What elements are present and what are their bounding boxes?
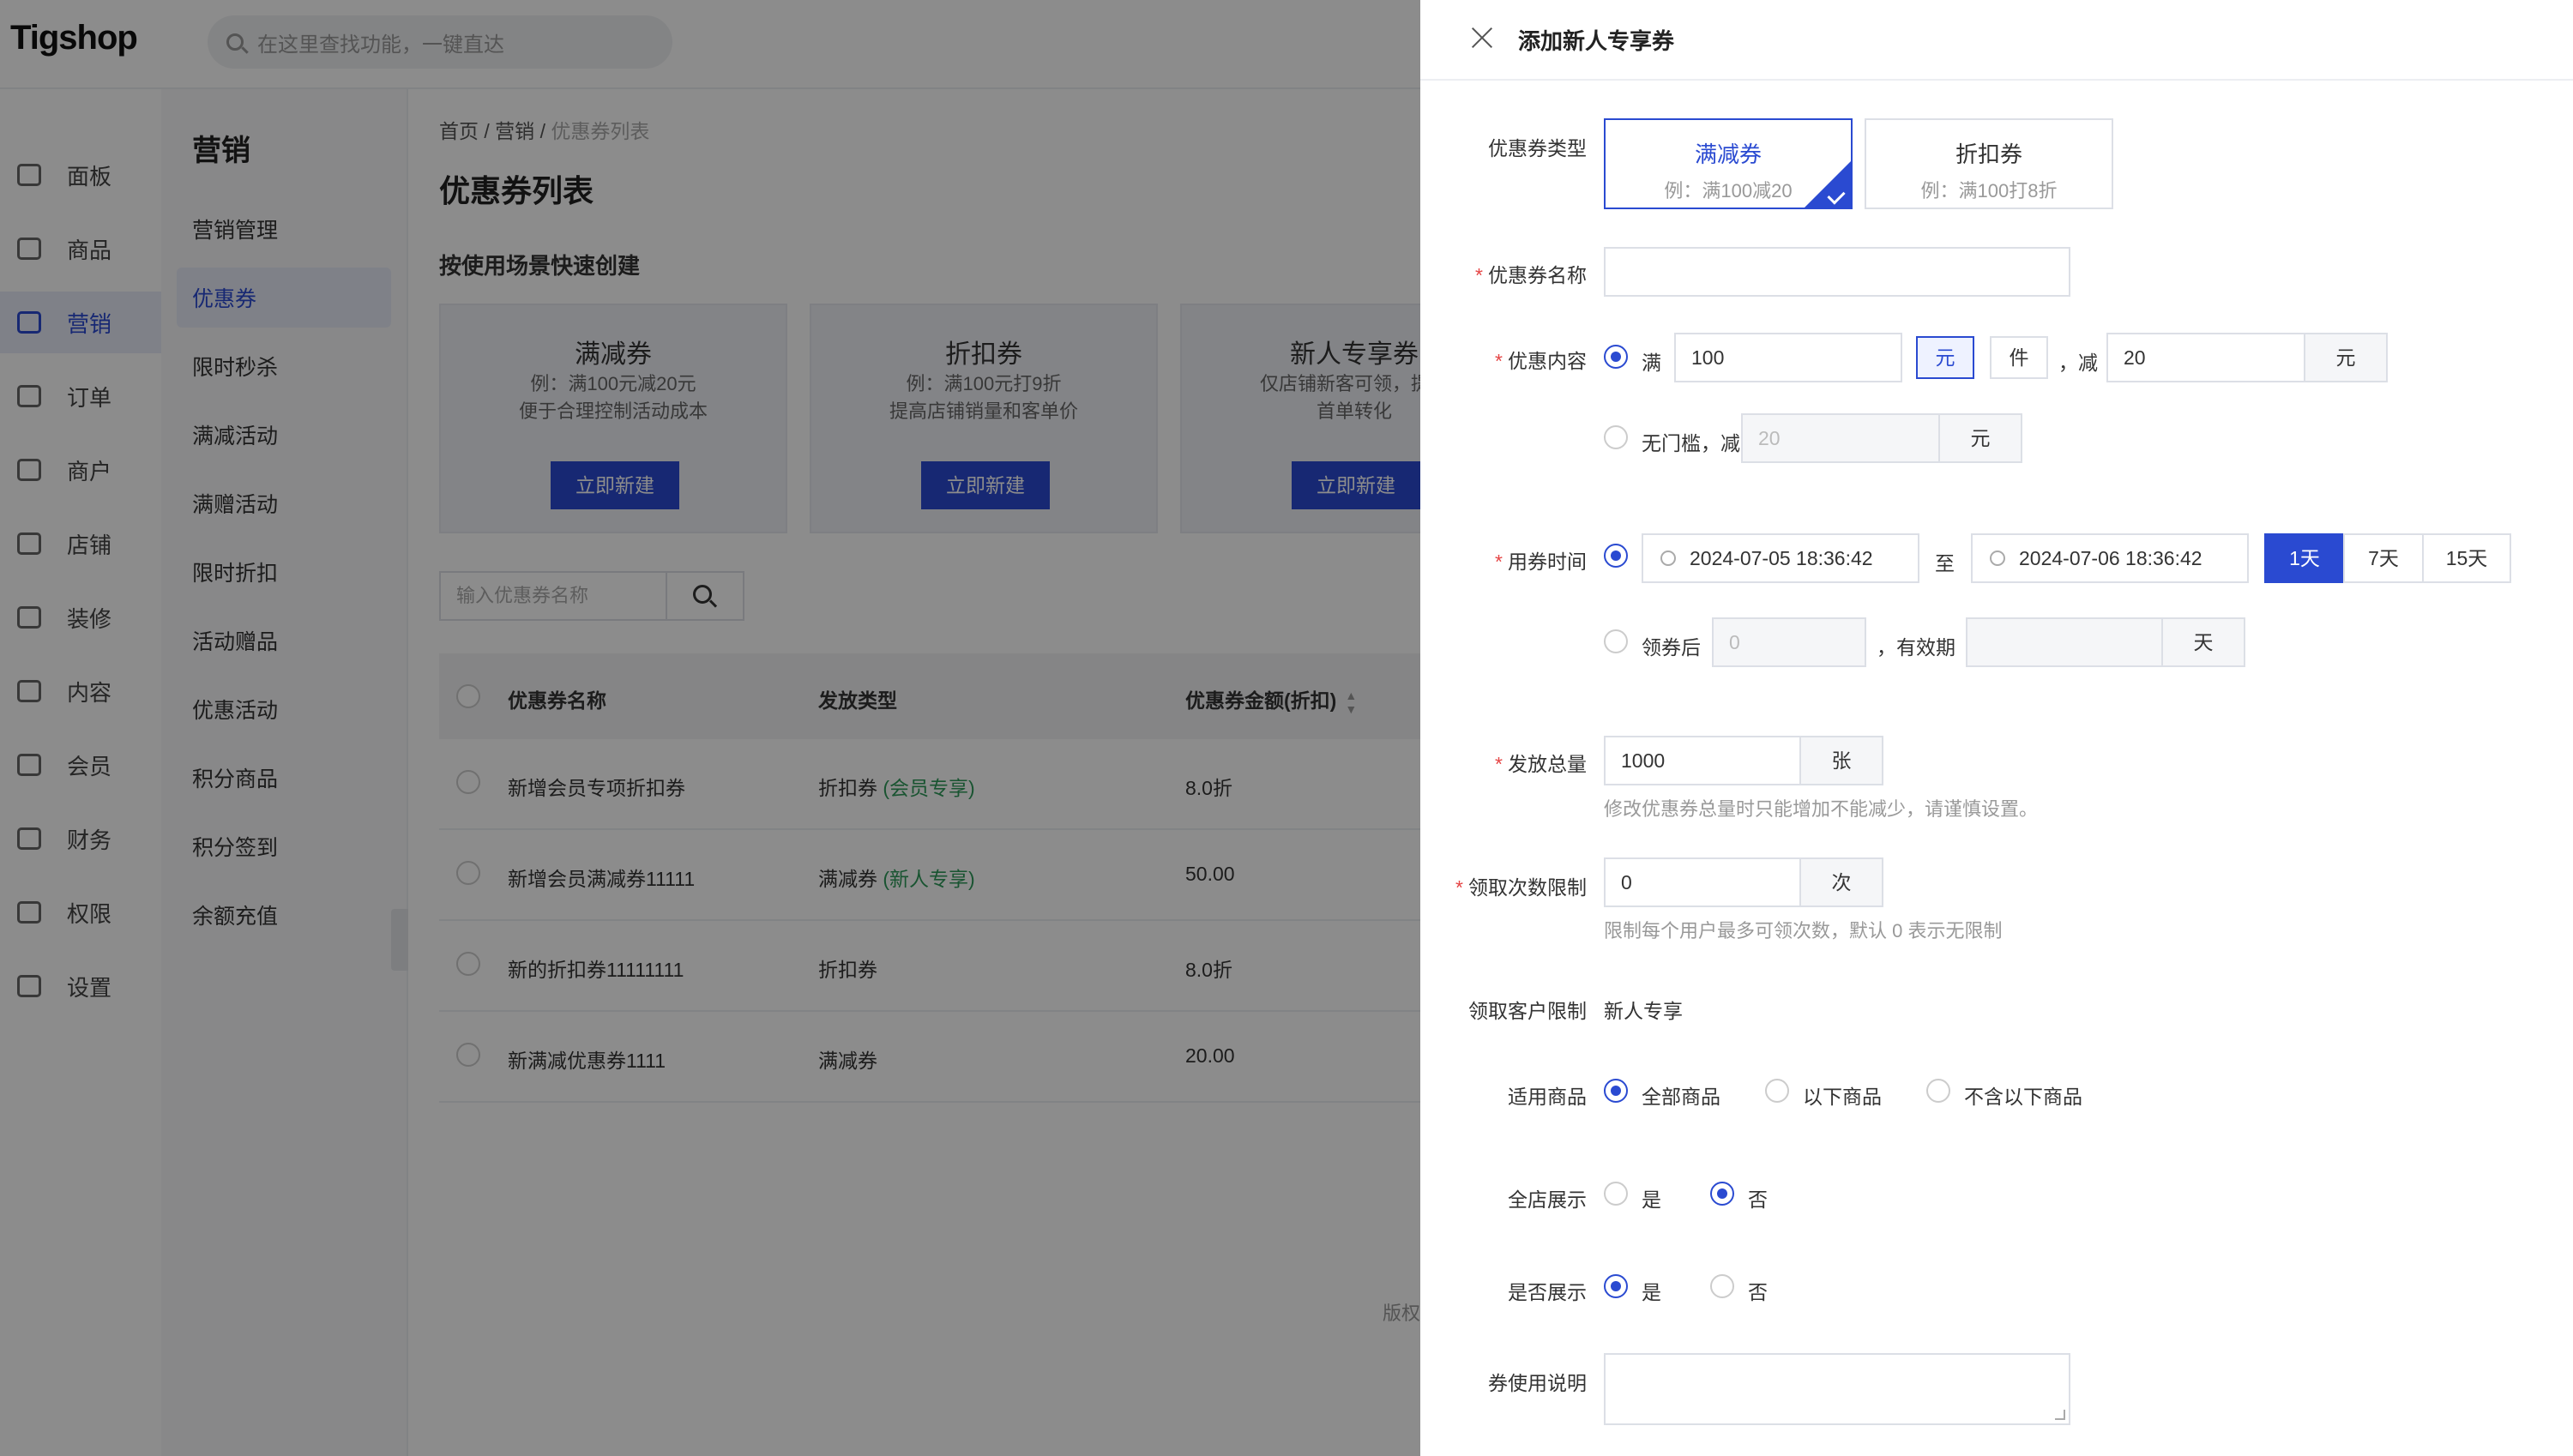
goods-exclude-radio[interactable] bbox=[1926, 1079, 1950, 1103]
drawer-header: 添加新人专享券 bbox=[1420, 0, 2573, 81]
use-time-label-text: 用券时间 bbox=[1508, 551, 1587, 573]
coupon-type-full-reduction[interactable]: 满减券 例：满100减20 bbox=[1604, 118, 1853, 209]
required-mark: * bbox=[1495, 551, 1503, 573]
total-label-text: 发放总量 bbox=[1508, 753, 1587, 775]
end-time-value: 2024-07-06 18:36:42 bbox=[2019, 547, 2202, 569]
coupon-type-example: 例：满100打8折 bbox=[1920, 180, 2058, 202]
coupon-name-input[interactable] bbox=[1604, 247, 2070, 297]
limit-input[interactable]: 0 bbox=[1604, 857, 1801, 907]
start-time-value: 2024-07-05 18:36:42 bbox=[1690, 547, 1873, 569]
shop-display-no-text: 否 bbox=[1748, 1188, 1768, 1211]
after-claim-radio[interactable] bbox=[1604, 629, 1628, 653]
clock-icon bbox=[1990, 551, 2005, 566]
shop-display-yes-text: 是 bbox=[1642, 1188, 1661, 1211]
goods-exclude-text: 不含以下商品 bbox=[1964, 1086, 2082, 1108]
display-yes-text: 是 bbox=[1642, 1281, 1661, 1303]
no-threshold-radio[interactable] bbox=[1604, 425, 1628, 449]
limit-label-text: 领取次数限制 bbox=[1468, 876, 1587, 899]
goods-all-text: 全部商品 bbox=[1642, 1086, 1720, 1108]
quick-range-15day[interactable]: 15天 bbox=[2422, 533, 2511, 583]
threshold-radio[interactable] bbox=[1604, 345, 1628, 369]
total-label: * 发放总量 bbox=[1381, 748, 1587, 777]
resize-handle[interactable] bbox=[2055, 1410, 2065, 1420]
end-time-input[interactable]: 2024-07-06 18:36:42 bbox=[1971, 533, 2249, 583]
required-mark: * bbox=[1455, 876, 1463, 899]
display-no-radio[interactable] bbox=[1710, 1274, 1734, 1298]
reduce-amount-input[interactable]: 20 bbox=[2106, 333, 2305, 382]
goods-label: 适用商品 bbox=[1508, 1086, 1587, 1108]
customer-limit-label: 领取客户限制 bbox=[1468, 1000, 1587, 1022]
valid-text: ，有效期 bbox=[1877, 636, 1955, 659]
clock-icon bbox=[1660, 551, 1676, 566]
add-coupon-drawer: 添加新人专享券 bbox=[1420, 0, 2573, 1456]
goods-include-radio[interactable] bbox=[1765, 1079, 1789, 1103]
content-label-text: 优惠内容 bbox=[1508, 350, 1587, 372]
required-mark: * bbox=[1495, 753, 1503, 775]
modal-overlay[interactable] bbox=[0, 0, 1420, 1456]
total-input[interactable]: 1000 bbox=[1604, 736, 1801, 785]
no-threshold-input[interactable]: 20 bbox=[1741, 413, 1940, 463]
valid-days-input[interactable] bbox=[1966, 617, 2163, 667]
required-mark: * bbox=[1475, 264, 1483, 286]
unit-piece-toggle[interactable]: 件 bbox=[1990, 336, 2048, 379]
reduce-text: ，减 bbox=[2058, 352, 2098, 374]
no-threshold-text: 无门槛，减 bbox=[1642, 432, 1740, 454]
close-icon[interactable] bbox=[1468, 24, 1496, 51]
min-amount-input[interactable]: 100 bbox=[1674, 333, 1902, 382]
coupon-type-discount[interactable]: 折扣券 例：满100打8折 bbox=[1865, 118, 2113, 209]
drawer-title: 添加新人专享券 bbox=[1518, 28, 1675, 54]
valid-days-unit-addon: 天 bbox=[2163, 617, 2245, 667]
unit-yuan-toggle[interactable]: 元 bbox=[1916, 336, 1974, 379]
reduce-unit-addon: 元 bbox=[2305, 333, 2388, 382]
fixed-time-radio[interactable] bbox=[1604, 544, 1628, 568]
shop-display-yes-radio[interactable] bbox=[1604, 1182, 1628, 1206]
start-time-input[interactable]: 2024-07-05 18:36:42 bbox=[1642, 533, 1919, 583]
coupon-name-label: * 优惠券名称 bbox=[1381, 259, 1587, 288]
display-label: 是否展示 bbox=[1508, 1281, 1587, 1303]
goods-include-text: 以下商品 bbox=[1803, 1086, 1882, 1108]
desc-textarea[interactable] bbox=[1604, 1353, 2070, 1425]
no-threshold-unit-addon: 元 bbox=[1940, 413, 2022, 463]
content-label: * 优惠内容 bbox=[1381, 345, 1587, 374]
after-claim-input[interactable]: 0 bbox=[1712, 617, 1866, 667]
limit-hint: 限制每个用户最多可领次数，默认 0 表示无限制 bbox=[1604, 920, 2003, 942]
total-hint: 修改优惠券总量时只能增加不能减少，请谨慎设置。 bbox=[1604, 798, 2039, 820]
required-mark: * bbox=[1495, 350, 1503, 372]
shop-display-label: 全店展示 bbox=[1508, 1188, 1587, 1211]
coupon-name-label-text: 优惠券名称 bbox=[1488, 264, 1587, 286]
quick-range-1day[interactable]: 1天 bbox=[2264, 533, 2345, 583]
use-time-label: * 用券时间 bbox=[1381, 545, 1587, 575]
after-claim-text: 领券后 bbox=[1642, 636, 1701, 659]
desc-label: 券使用说明 bbox=[1488, 1372, 1587, 1394]
selected-corner bbox=[1805, 161, 1851, 208]
limit-unit-addon: 次 bbox=[1801, 857, 1883, 907]
customer-limit-value: 新人专享 bbox=[1604, 1000, 1683, 1022]
man-text: 满 bbox=[1642, 352, 1661, 374]
shop-display-no-radio[interactable] bbox=[1710, 1182, 1734, 1206]
coupon-type-label: 优惠券类型 bbox=[1488, 137, 1587, 159]
limit-label: * 领取次数限制 bbox=[1381, 871, 1587, 900]
display-no-text: 否 bbox=[1748, 1281, 1768, 1303]
display-yes-radio[interactable] bbox=[1604, 1274, 1628, 1298]
goods-all-radio[interactable] bbox=[1604, 1079, 1628, 1103]
total-unit-addon: 张 bbox=[1801, 736, 1883, 785]
quick-range-7day[interactable]: 7天 bbox=[2343, 533, 2424, 583]
to-text: 至 bbox=[1935, 552, 1955, 575]
coupon-type-title: 折扣券 bbox=[1955, 141, 2022, 167]
